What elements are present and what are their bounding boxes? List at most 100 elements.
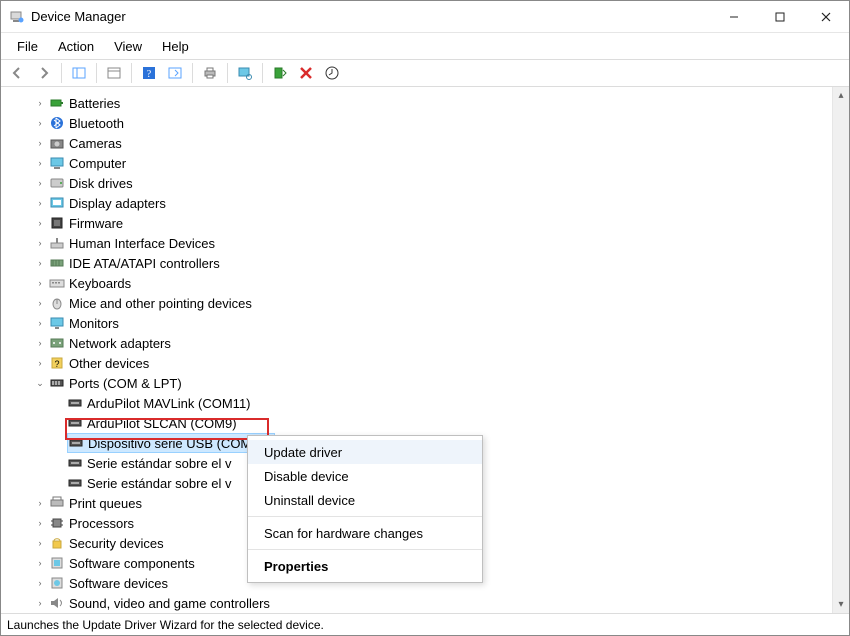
chevron-right-icon[interactable]: › bbox=[33, 516, 47, 530]
tree-label: ArduPilot SLCAN (COM9) bbox=[87, 416, 237, 431]
properties-button[interactable] bbox=[103, 62, 125, 84]
menu-view[interactable]: View bbox=[104, 37, 152, 56]
chevron-right-icon[interactable]: › bbox=[33, 256, 47, 270]
bluetooth-icon bbox=[49, 115, 65, 131]
chevron-right-icon[interactable]: › bbox=[33, 96, 47, 110]
tree-node-other-devices[interactable]: › ? Other devices bbox=[1, 353, 832, 373]
software-device-icon bbox=[49, 575, 65, 591]
cpu-icon bbox=[49, 515, 65, 531]
tree-node-display-adapters[interactable]: › Display adapters bbox=[1, 193, 832, 213]
tree-node-sound[interactable]: › Sound, video and game controllers bbox=[1, 593, 832, 613]
device-manager-window: Device Manager File Action View Help ? bbox=[0, 0, 850, 636]
port-icon bbox=[49, 375, 65, 391]
ctx-label: Disable device bbox=[264, 469, 349, 484]
chevron-right-icon[interactable]: › bbox=[33, 316, 47, 330]
chevron-right-icon[interactable]: › bbox=[33, 136, 47, 150]
svg-text:?: ? bbox=[54, 359, 59, 369]
chevron-right-icon[interactable]: › bbox=[33, 196, 47, 210]
tree-node-bluetooth[interactable]: › Bluetooth bbox=[1, 113, 832, 133]
tree-node-ardupilot-mavlink[interactable]: ArduPilot MAVLink (COM11) bbox=[1, 393, 832, 413]
chevron-right-icon[interactable]: › bbox=[33, 296, 47, 310]
chevron-right-icon[interactable]: › bbox=[33, 276, 47, 290]
svg-text:?: ? bbox=[147, 69, 152, 80]
ctx-separator bbox=[248, 516, 482, 517]
tree-label: Print queues bbox=[69, 496, 142, 511]
uninstall-device-button[interactable] bbox=[295, 62, 317, 84]
tree-node-monitors[interactable]: › Monitors bbox=[1, 313, 832, 333]
chevron-right-icon[interactable]: › bbox=[33, 176, 47, 190]
update-driver-button[interactable] bbox=[321, 62, 343, 84]
tree-label: Software devices bbox=[69, 576, 168, 591]
chevron-down-icon[interactable]: ⌄ bbox=[33, 376, 47, 390]
com-port-icon bbox=[67, 395, 83, 411]
menu-file[interactable]: File bbox=[7, 37, 48, 56]
ctx-disable-device[interactable]: Disable device bbox=[248, 464, 482, 488]
maximize-button[interactable] bbox=[757, 2, 803, 32]
tree-node-computer[interactable]: › Computer bbox=[1, 153, 832, 173]
tree-node-disk-drives[interactable]: › Disk drives bbox=[1, 173, 832, 193]
security-icon bbox=[49, 535, 65, 551]
selected-item[interactable]: Dispositivo serie USB (COM16) bbox=[67, 433, 275, 453]
tree-node-network[interactable]: › Network adapters bbox=[1, 333, 832, 353]
ide-icon bbox=[49, 255, 65, 271]
scroll-down-arrow[interactable]: ▾ bbox=[833, 596, 849, 613]
software-component-icon bbox=[49, 555, 65, 571]
chevron-right-icon[interactable]: › bbox=[33, 336, 47, 350]
vertical-scrollbar[interactable]: ▴ ▾ bbox=[832, 87, 849, 613]
tree-node-hid[interactable]: › Human Interface Devices bbox=[1, 233, 832, 253]
chevron-right-icon[interactable]: › bbox=[33, 556, 47, 570]
ctx-properties[interactable]: Properties bbox=[248, 554, 482, 578]
tree-label: Cameras bbox=[69, 136, 122, 151]
tree-node-cameras[interactable]: › Cameras bbox=[1, 133, 832, 153]
tree-node-ide[interactable]: › IDE ATA/ATAPI controllers bbox=[1, 253, 832, 273]
action-button[interactable] bbox=[164, 62, 186, 84]
device-tree[interactable]: › Batteries › Bluetooth › Cameras › Comp… bbox=[1, 87, 832, 613]
chevron-right-icon[interactable]: › bbox=[33, 536, 47, 550]
scroll-up-arrow[interactable]: ▴ bbox=[833, 87, 849, 104]
tree-label: Disk drives bbox=[69, 176, 133, 191]
close-button[interactable] bbox=[803, 2, 849, 32]
chevron-right-icon[interactable]: › bbox=[33, 236, 47, 250]
ctx-update-driver[interactable]: Update driver bbox=[248, 440, 482, 464]
print-button[interactable] bbox=[199, 62, 221, 84]
battery-icon bbox=[49, 95, 65, 111]
tree-node-ports[interactable]: ⌄ Ports (COM & LPT) bbox=[1, 373, 832, 393]
mouse-icon bbox=[49, 295, 65, 311]
network-icon bbox=[49, 335, 65, 351]
tree-node-firmware[interactable]: › Firmware bbox=[1, 213, 832, 233]
chevron-right-icon[interactable]: › bbox=[33, 356, 47, 370]
chevron-right-icon[interactable]: › bbox=[33, 116, 47, 130]
menu-help[interactable]: Help bbox=[152, 37, 199, 56]
tree-label: Mice and other pointing devices bbox=[69, 296, 252, 311]
tree-label: Firmware bbox=[69, 216, 123, 231]
nav-forward-button[interactable] bbox=[33, 62, 55, 84]
scan-hardware-button[interactable] bbox=[234, 62, 256, 84]
tree-node-batteries[interactable]: › Batteries bbox=[1, 93, 832, 113]
show-hide-tree-button[interactable] bbox=[68, 62, 90, 84]
tree-node-mice[interactable]: › Mice and other pointing devices bbox=[1, 293, 832, 313]
tree-label: Bluetooth bbox=[69, 116, 124, 131]
enable-device-button[interactable] bbox=[269, 62, 291, 84]
tree-label: Ports (COM & LPT) bbox=[69, 376, 182, 391]
com-port-icon bbox=[68, 435, 84, 451]
display-adapter-icon bbox=[49, 195, 65, 211]
ctx-uninstall-device[interactable]: Uninstall device bbox=[248, 488, 482, 512]
menu-action[interactable]: Action bbox=[48, 37, 104, 56]
chevron-right-icon[interactable]: › bbox=[33, 156, 47, 170]
minimize-button[interactable] bbox=[711, 2, 757, 32]
chevron-right-icon[interactable]: › bbox=[33, 496, 47, 510]
scroll-track[interactable] bbox=[833, 104, 849, 596]
tree-node-ardupilot-slcan[interactable]: ArduPilot SLCAN (COM9) bbox=[1, 413, 832, 433]
tree-node-keyboards[interactable]: › Keyboards bbox=[1, 273, 832, 293]
help-button[interactable]: ? bbox=[138, 62, 160, 84]
chevron-right-icon[interactable]: › bbox=[33, 576, 47, 590]
statusbar: Launches the Update Driver Wizard for th… bbox=[1, 613, 849, 635]
toolbar: ? bbox=[1, 59, 849, 87]
keyboard-icon bbox=[49, 275, 65, 291]
chevron-right-icon[interactable]: › bbox=[33, 216, 47, 230]
sound-icon bbox=[49, 595, 65, 611]
chevron-right-icon[interactable]: › bbox=[33, 596, 47, 610]
monitor-icon bbox=[49, 315, 65, 331]
ctx-scan-hardware[interactable]: Scan for hardware changes bbox=[248, 521, 482, 545]
nav-back-button[interactable] bbox=[7, 62, 29, 84]
